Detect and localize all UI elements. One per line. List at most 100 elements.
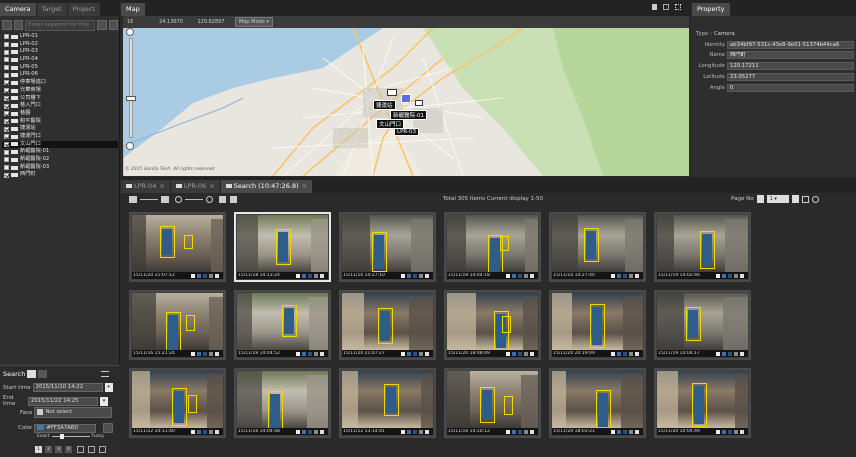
map-mode-select[interactable]: Map Mode ▾ — [235, 17, 273, 27]
search-page-button[interactable]: 4 — [65, 446, 72, 453]
search-page-button[interactable]: 1 — [35, 446, 42, 453]
camera-list-item[interactable]: 捷運站 — [2, 125, 118, 133]
result-thumbnail[interactable]: 15/11/10 14:27:10 — [339, 212, 436, 282]
zoom-slider[interactable] — [129, 38, 133, 138]
results-tab[interactable]: LPR-04 × — [121, 180, 170, 193]
zoom-out-icon[interactable] — [126, 142, 134, 150]
result-thumbnail[interactable]: 15/11/18 14:13:24 — [234, 212, 331, 282]
camera-marker-icon[interactable] — [415, 100, 423, 106]
camera-view-icon[interactable] — [2, 20, 12, 30]
result-thumbnail[interactable]: 15/11/20 10:04:49 — [654, 368, 751, 438]
property-value-field[interactable]: ab34bf97-531c-43e8-9e01-51374b44ca6 — [727, 40, 854, 49]
last-page-icon[interactable] — [791, 195, 799, 203]
page-select[interactable]: 1 ▾ — [766, 195, 789, 203]
calendar-icon[interactable]: ▾ — [100, 396, 108, 406]
camera-list-item[interactable]: 巷翻 — [2, 110, 118, 118]
search-icon[interactable] — [99, 446, 106, 453]
camera-list-item[interactable]: 光華商場 — [2, 87, 118, 95]
result-thumbnail[interactable]: 15/11/16 14:04:48 — [234, 368, 331, 438]
car-icon[interactable] — [77, 446, 84, 453]
camera-checkbox[interactable] — [4, 111, 9, 117]
result-thumbnail[interactable]: 15/11/16 15:21:24 — [129, 290, 226, 360]
camera-marker-icon[interactable] — [401, 94, 411, 103]
result-thumbnail[interactable]: 15/11/10 14:27:40 — [549, 212, 646, 282]
zoom-in-icon[interactable] — [126, 28, 134, 36]
camera-checkbox[interactable] — [4, 49, 9, 55]
map-label-lpr[interactable]: LPR-03 — [394, 128, 419, 136]
settings-icon[interactable] — [811, 195, 819, 203]
end-time-field[interactable]: 2015/11/22 14:25 — [28, 396, 98, 406]
camera-checkbox[interactable] — [4, 65, 9, 71]
property-value-field[interactable]: 120.17211 — [727, 62, 854, 71]
camera-search-input[interactable] — [25, 19, 95, 31]
camera-checkbox[interactable] — [4, 88, 9, 94]
camera-list-item[interactable]: LPR-02 — [2, 41, 118, 49]
face-select[interactable]: Not select — [34, 407, 113, 418]
results-tab[interactable]: Search (10:47:26.8) × — [220, 180, 313, 193]
result-thumbnail[interactable]: 15/11/20 18:03:21 — [549, 368, 646, 438]
camera-list-item[interactable]: LPR-04 — [2, 56, 118, 64]
camera-list-item[interactable]: 停車場進口 — [2, 79, 118, 87]
result-thumbnail[interactable]: 15/11/20 21:07:12 — [129, 212, 226, 282]
zoom-out-icon[interactable] — [175, 195, 182, 203]
result-thumbnail[interactable]: 15/11/19 14:04:17 — [654, 290, 751, 360]
camera-checkbox[interactable] — [4, 141, 9, 147]
list-icon[interactable] — [101, 371, 110, 377]
camera-list-item[interactable]: 新崛醫院-02 — [2, 156, 118, 164]
camera-marker-icon[interactable] — [387, 89, 397, 96]
camera-checkbox[interactable] — [4, 34, 9, 40]
camera-checkbox[interactable] — [4, 172, 9, 178]
result-thumbnail[interactable]: 15/11/20 21:07:27 — [339, 290, 436, 360]
zoom-in-icon[interactable] — [206, 195, 213, 203]
search-page-button[interactable]: 2 — [45, 446, 52, 453]
person-icon[interactable] — [27, 370, 37, 378]
precision-slider[interactable] — [51, 434, 90, 439]
restore-icon[interactable] — [663, 4, 669, 10]
camera-checkbox[interactable] — [4, 157, 9, 163]
camera-list-item[interactable]: LPR-01 — [2, 33, 118, 41]
result-thumbnail[interactable]: 15/11/12 13:14:41 — [339, 368, 436, 438]
tab-project[interactable]: Project — [67, 3, 100, 16]
lock-icon[interactable] — [652, 4, 657, 10]
camera-list-item[interactable]: LPR-06 — [2, 71, 118, 79]
camera-checkbox[interactable] — [4, 42, 9, 48]
map-canvas[interactable]: 捷運站 新崛醫院-01 文山門口 LPR-03 © 2015 Gorilla T… — [123, 28, 689, 176]
camera-checkbox[interactable] — [4, 57, 9, 63]
result-thumbnail[interactable]: 15/11/19 14:04:52 — [234, 290, 331, 360]
zoom-slider[interactable] — [185, 198, 203, 200]
person-filter-icon[interactable] — [129, 195, 137, 203]
tab-camera[interactable]: Camera — [0, 3, 36, 16]
camera-checkbox[interactable] — [4, 95, 9, 101]
color-picker-icon[interactable] — [103, 423, 114, 433]
camera-list-item[interactable]: 新崛醫院-01 — [2, 148, 118, 156]
camera-list-item[interactable]: LPR-03 — [2, 48, 118, 56]
camera-list-item[interactable]: LPR-05 — [2, 64, 118, 72]
search-page-button[interactable]: 3 — [55, 446, 62, 453]
camera-checkbox[interactable] — [4, 72, 9, 78]
close-icon[interactable]: × — [209, 182, 214, 190]
person-large-icon[interactable] — [161, 195, 169, 203]
first-page-icon[interactable] — [756, 195, 764, 203]
camera-checkbox[interactable] — [4, 80, 9, 86]
result-thumbnail[interactable]: 15/11/19 14:02:46 — [654, 212, 751, 282]
property-value-field[interactable]: 23.05277 — [727, 72, 854, 81]
camera-checkbox[interactable] — [4, 118, 9, 124]
filter-icon[interactable] — [801, 195, 809, 203]
start-time-field[interactable]: 2015/11/10 14:22 — [32, 383, 103, 392]
size-slider[interactable] — [140, 198, 158, 200]
camera-list-item[interactable]: 巷入門口 — [2, 102, 118, 110]
save-icon[interactable] — [13, 20, 23, 30]
filter-icon[interactable] — [97, 20, 107, 30]
export-icon[interactable] — [219, 195, 226, 203]
trash-icon[interactable] — [108, 20, 118, 30]
zoom-handle[interactable] — [126, 96, 136, 101]
close-icon[interactable]: × — [159, 182, 164, 190]
camera-icon[interactable] — [88, 446, 95, 453]
expand-icon[interactable] — [675, 4, 681, 10]
camera-checkbox[interactable] — [4, 134, 9, 140]
camera-list-item[interactable]: 西門町 — [2, 171, 118, 179]
color-field[interactable]: #FF3A7AB0 — [34, 423, 97, 433]
map-label-station[interactable]: 捷運站 — [373, 100, 396, 110]
camera-checkbox[interactable] — [4, 103, 9, 109]
result-thumbnail[interactable]: 15/11/19 14:04:18 — [444, 212, 541, 282]
